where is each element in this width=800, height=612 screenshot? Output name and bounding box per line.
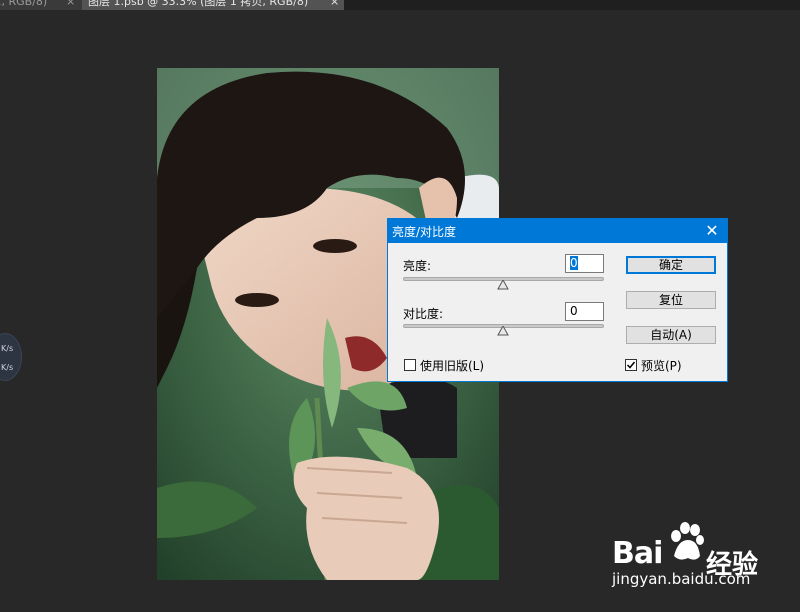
brightness-value: 0 (570, 256, 578, 270)
preview-checkbox[interactable] (625, 359, 637, 371)
tab-close-icon[interactable]: × (330, 0, 339, 9)
dialog-title: 亮度/对比度 (392, 225, 457, 239)
document-tab-active[interactable]: 图层 1.psb @ 33.3% (图层 1 拷贝, RGB/8) × (82, 0, 344, 10)
brightness-input[interactable]: 0 (565, 254, 604, 273)
contrast-value: 0 (570, 304, 578, 318)
tab-close-icon[interactable]: × (66, 0, 75, 9)
reset-button[interactable]: 复位 (626, 291, 716, 309)
legacy-label[interactable]: 使用旧版(L) (420, 357, 484, 374)
network-speed-widget[interactable]: K/s K/s (0, 333, 22, 381)
tab-label: ., RGB/8) (0, 0, 48, 8)
watermark-url: jingyan.baidu.com (612, 570, 751, 588)
contrast-label: 对比度: (403, 307, 444, 321)
close-icon[interactable]: ✕ (698, 220, 726, 242)
slider-thumb-icon (497, 280, 509, 290)
auto-button[interactable]: 自动(A) (626, 326, 716, 344)
preview-label[interactable]: 预览(P) (641, 357, 682, 374)
legacy-checkbox[interactable] (404, 359, 416, 371)
document-tab-previous[interactable]: ., RGB/8) × (0, 0, 82, 10)
document-tab-bar: ., RGB/8) × 图层 1.psb @ 33.3% (图层 1 拷贝, R… (0, 0, 800, 10)
baidu-paw-icon (671, 522, 704, 560)
slider-thumb-icon (497, 326, 509, 336)
brightness-label: 亮度: (403, 259, 432, 273)
dialog-titlebar[interactable]: 亮度/对比度 ✕ (388, 219, 727, 243)
tab-label: 图层 1.psb @ 33.3% (图层 1 拷贝, RGB/8) (88, 0, 309, 8)
contrast-input[interactable]: 0 (565, 302, 604, 321)
watermark-brand: Bai (612, 536, 663, 571)
baidu-jingyan-watermark: Bai 经验 jingyan.baidu.com (608, 522, 798, 602)
speed-download: K/s (1, 363, 14, 372)
checkmark-icon (626, 361, 636, 369)
brightness-contrast-dialog: 亮度/对比度 ✕ 亮度: 0 对比度: 0 使用旧版(L) 确定 复位 自动(A… (387, 218, 728, 382)
ok-button[interactable]: 确定 (626, 256, 716, 274)
speed-upload: K/s (1, 344, 14, 353)
